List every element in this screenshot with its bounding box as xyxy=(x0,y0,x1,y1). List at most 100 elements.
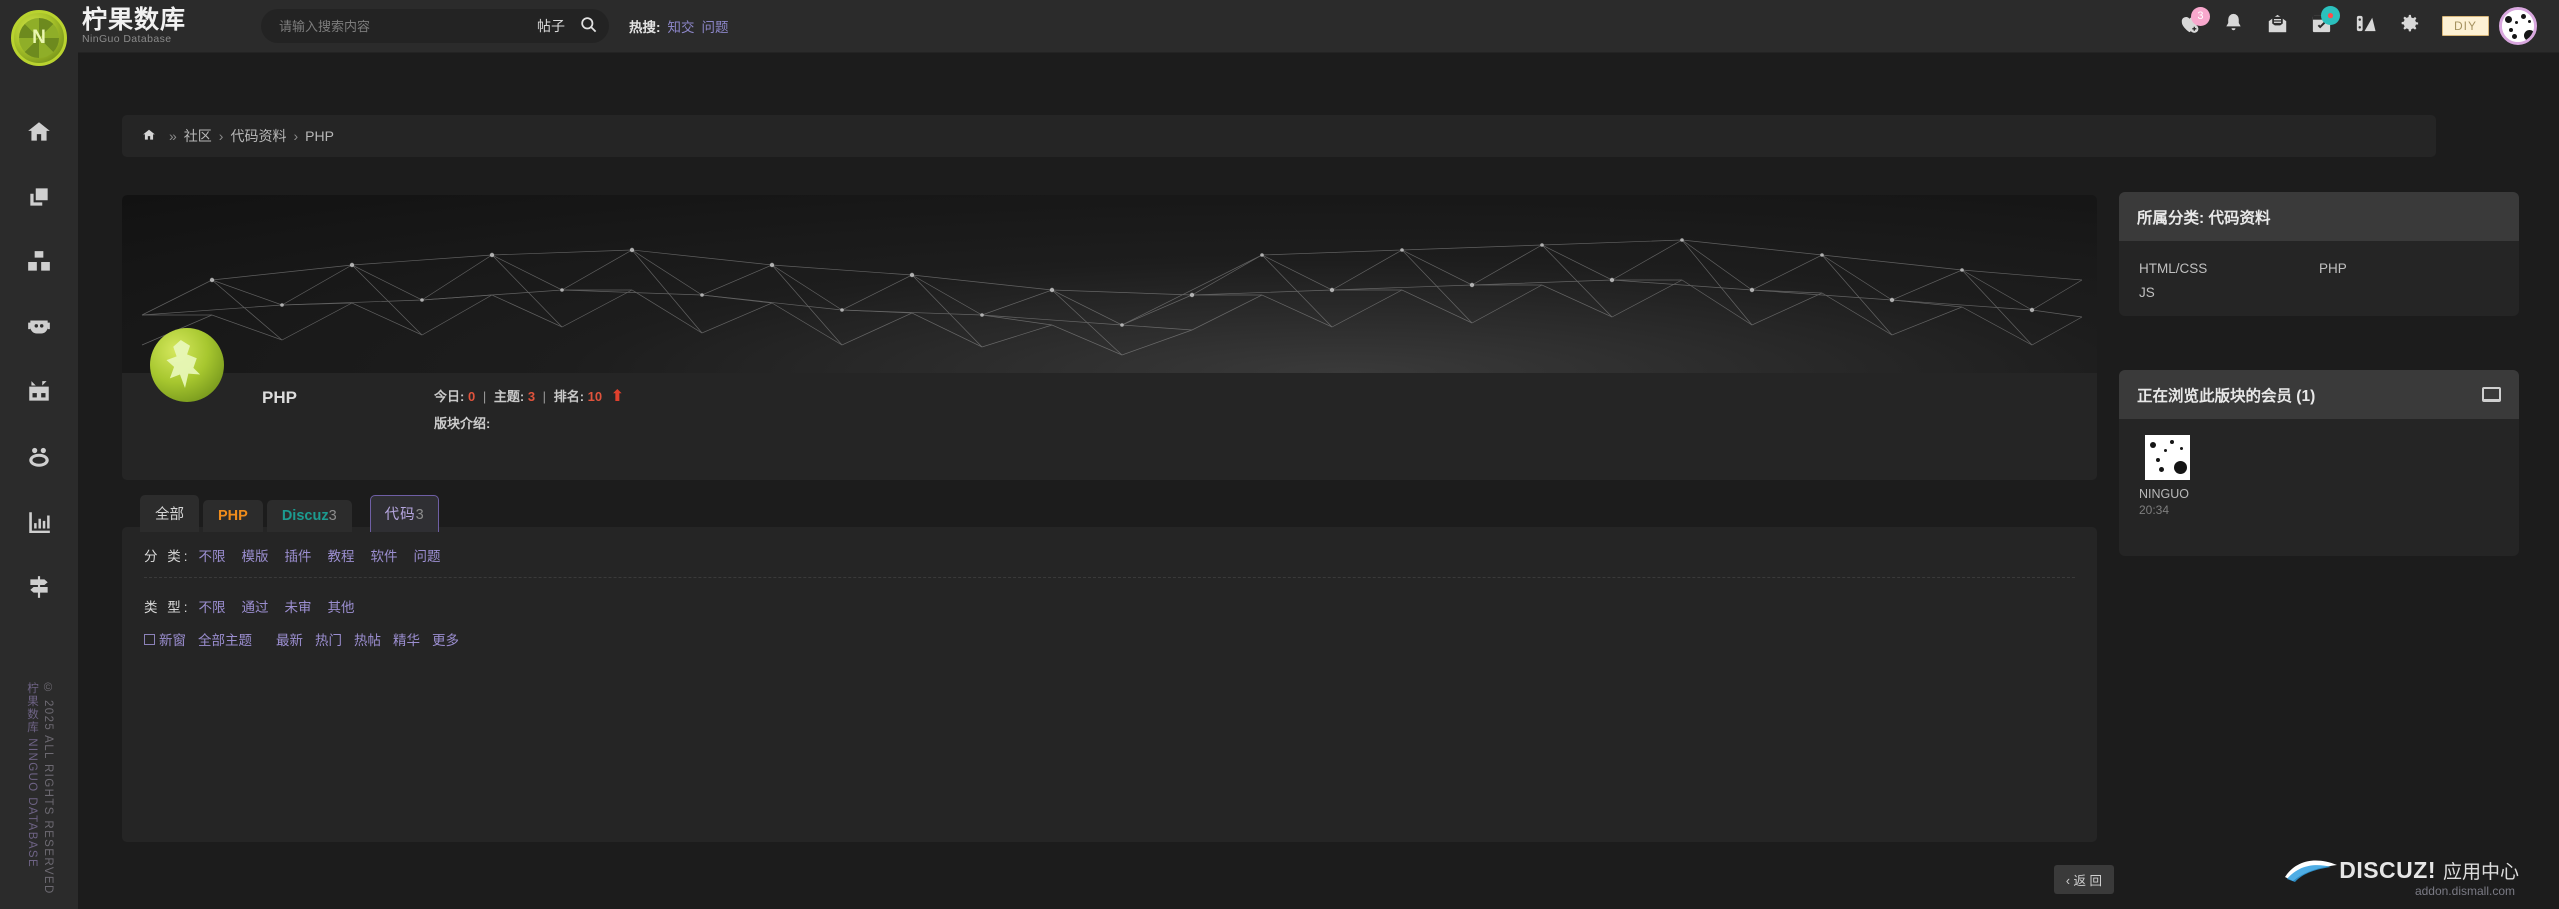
signpost-icon xyxy=(26,574,52,605)
filter-type-option-2[interactable]: 未审 xyxy=(285,596,312,616)
breadcrumb-item-1[interactable]: 代码资料 xyxy=(230,126,286,146)
messages-button[interactable] xyxy=(2256,4,2300,48)
rank-label: 排名: xyxy=(553,389,585,404)
tab-code[interactable]: 代码3 xyxy=(369,495,439,532)
sort-hot[interactable]: 热门 xyxy=(315,629,342,649)
page-root: N 柠果数库 NINGUO DATABASE © 2025 ALL RIGHTS… xyxy=(0,0,2559,909)
online-users-title-row: 正在浏览此版块的会员 (1) xyxy=(2119,370,2519,419)
breadcrumb-item-0[interactable]: 社区 xyxy=(184,126,212,146)
list-item[interactable]: NINGUO 20:34 xyxy=(2139,435,2499,517)
filter-type-row: 类 型: 不限 通过 未审 其他 xyxy=(122,578,2097,616)
brand-name: 柠果数库 xyxy=(82,5,187,34)
favorites-badge: 3 xyxy=(2190,7,2210,26)
tab-all[interactable]: 全部 xyxy=(140,495,199,532)
filter-category-row: 分 类: 不限 模版 插件 教程 软件 问题 xyxy=(122,527,2097,565)
left-rail: N 柠果数库 NINGUO DATABASE © 2025 ALL RIGHTS… xyxy=(0,0,78,909)
robot-icon xyxy=(26,314,52,345)
online-users-title: 正在浏览此版块的会员 (1) xyxy=(2137,387,2316,405)
breadcrumb-item-2[interactable]: PHP xyxy=(305,128,334,144)
gear-icon xyxy=(2398,12,2421,40)
sort-digest[interactable]: 精华 xyxy=(393,629,420,649)
forum-icon xyxy=(150,328,224,402)
theme-button[interactable] xyxy=(2344,4,2388,48)
boxes-icon xyxy=(26,249,52,280)
sort-bar: 新窗 全部主题 最新 热门 热帖 精华 更多 xyxy=(122,616,2097,649)
filter-type-option-0[interactable]: 不限 xyxy=(199,596,226,616)
mail-icon xyxy=(2266,12,2289,40)
rank-up-arrow-icon: ⬆ xyxy=(610,388,625,405)
chart-icon xyxy=(26,509,52,540)
avatar[interactable] xyxy=(2499,7,2537,45)
sidebar-item-tools[interactable] xyxy=(0,362,78,427)
sidebar-item-home[interactable] xyxy=(0,102,78,167)
rail-footer: 柠果数库 NINGUO DATABASE © 2025 ALL RIGHTS R… xyxy=(0,682,78,895)
sidebar-item-ranking[interactable] xyxy=(0,492,78,557)
rail-logo[interactable]: N xyxy=(11,10,67,66)
category-link-grid: HTML/CSS PHP JS xyxy=(2139,257,2499,305)
new-window-label[interactable]: 新窗 xyxy=(159,629,186,649)
tab-php[interactable]: PHP xyxy=(203,500,263,532)
online-user-avatar[interactable] xyxy=(2145,435,2190,480)
search-button[interactable] xyxy=(575,13,601,39)
forum-title: PHP xyxy=(262,388,297,407)
search-scope-label[interactable]: 帖子 xyxy=(537,16,565,36)
home-icon xyxy=(26,119,52,150)
sidebar-item-resources[interactable] xyxy=(0,232,78,297)
sidebar-item-robot[interactable] xyxy=(0,297,78,362)
search-input[interactable] xyxy=(279,18,538,34)
online-users-card: 正在浏览此版块的会员 (1) NINGUO 20:34 xyxy=(2119,370,2519,556)
group-icon xyxy=(26,444,52,475)
swoosh-icon xyxy=(2285,860,2338,882)
avatar-image xyxy=(2502,10,2534,42)
sort-newest[interactable]: 最新 xyxy=(276,629,303,649)
search-bar[interactable]: 帖子 xyxy=(261,9,610,43)
tasks-button[interactable]: ● xyxy=(2300,4,2344,48)
fire-icon: ● xyxy=(2326,8,2335,22)
sidebar-item-boards[interactable] xyxy=(0,167,78,232)
top-bar: 柠果数库 NinGuo Database 帖子 热搜: 知交 问题 xyxy=(78,0,2559,53)
rank-value: 10 xyxy=(587,389,603,404)
settings-button[interactable] xyxy=(2388,4,2432,48)
discuz-name: DISCUZ! xyxy=(2339,856,2436,883)
tab-discuz[interactable]: Discuz3 xyxy=(266,500,352,532)
forum-description-label: 版块介绍: xyxy=(434,416,491,431)
filter-type-option-1[interactable]: 通过 xyxy=(242,596,269,616)
category-link-js[interactable]: JS xyxy=(2139,281,2319,305)
filter-category-option-0[interactable]: 不限 xyxy=(199,545,226,565)
avatar-image xyxy=(2145,435,2190,480)
home-icon[interactable] xyxy=(142,128,162,145)
new-window-checkbox[interactable] xyxy=(144,633,155,645)
brand[interactable]: 柠果数库 NinGuo Database xyxy=(76,5,187,46)
sort-all-threads[interactable]: 全部主题 xyxy=(198,629,252,649)
filter-category-option-1[interactable]: 模版 xyxy=(242,545,269,565)
today-label: 今日: xyxy=(434,389,465,404)
category-link-html-css[interactable]: HTML/CSS xyxy=(2139,257,2319,281)
diy-button[interactable]: DIY xyxy=(2441,16,2489,36)
notifications-button[interactable] xyxy=(2212,4,2256,48)
machine-icon xyxy=(26,379,52,410)
discuz-app-center-logo[interactable]: DISCUZ! 应用中心 xyxy=(2283,855,2519,885)
favorites-button[interactable]: 3 xyxy=(2168,4,2212,48)
hot-search-item-0[interactable]: 知交 xyxy=(668,16,695,36)
sort-hot-posts[interactable]: 热帖 xyxy=(354,629,381,649)
filter-category-option-3[interactable]: 教程 xyxy=(328,545,355,565)
hot-search: 热搜: 知交 问题 xyxy=(629,16,729,36)
sort-more[interactable]: 更多 xyxy=(432,629,459,649)
breadcrumb-sep: › xyxy=(218,128,224,144)
back-button[interactable]: ‹ 返 回 xyxy=(2053,865,2114,894)
monitor-icon[interactable] xyxy=(2482,387,2501,402)
top-icon-group: 3 ● DIY xyxy=(2168,4,2559,48)
filter-category-option-2[interactable]: 插件 xyxy=(285,545,312,565)
filter-category-option-4[interactable]: 软件 xyxy=(371,545,398,565)
sidebar-item-nav[interactable] xyxy=(0,557,78,622)
category-link-php[interactable]: PHP xyxy=(2319,257,2499,281)
filter-type-option-3[interactable]: 其他 xyxy=(328,596,355,616)
forum-hero: 发新帖 xyxy=(122,195,2097,480)
discuz-url: addon.dismall.com xyxy=(2414,884,2515,898)
rail-nav-list xyxy=(0,102,78,622)
hot-search-item-1[interactable]: 问题 xyxy=(702,16,729,36)
category-card-title: 所属分类: 代码资料 xyxy=(2119,192,2519,241)
rail-footer-line2: © 2025 ALL RIGHTS RESERVED xyxy=(42,682,54,895)
sidebar-item-groups[interactable] xyxy=(0,427,78,492)
filter-category-option-5[interactable]: 问题 xyxy=(414,545,441,565)
